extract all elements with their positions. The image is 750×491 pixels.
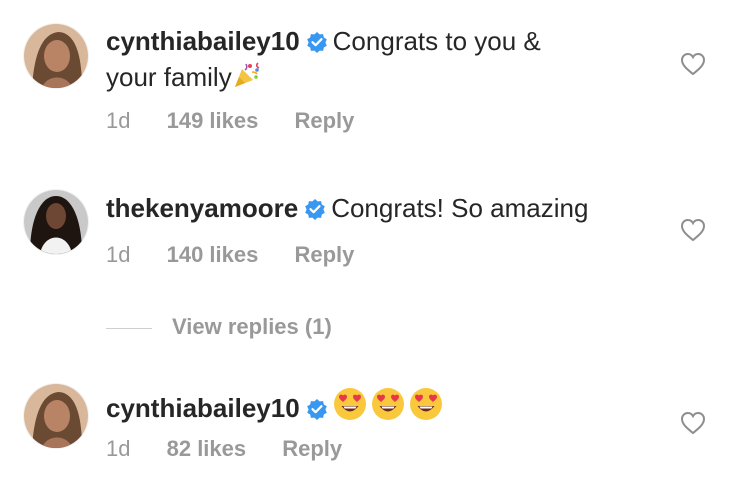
reply-button[interactable]: Reply xyxy=(294,242,354,267)
avatar[interactable] xyxy=(24,384,88,448)
comment-text-continued: your family xyxy=(106,62,232,92)
reply-button[interactable]: Reply xyxy=(282,436,342,461)
heart-icon[interactable] xyxy=(680,411,706,440)
comment-emojis xyxy=(333,388,447,423)
heart-eyes-emoji-icon xyxy=(409,387,443,428)
comment-meta: 1d 140 likes Reply xyxy=(106,242,384,268)
username[interactable]: cynthiabailey10 xyxy=(106,26,300,56)
comment-body: cynthiabailey10 Congrats to you & your fa… xyxy=(106,26,661,97)
comment-body: thekenyamoore Congrats! So amazing xyxy=(106,193,661,227)
avatar[interactable] xyxy=(24,190,88,254)
likes-count[interactable]: 149 likes xyxy=(167,108,259,133)
comment-meta: 1d 82 likes Reply xyxy=(106,436,372,462)
heart-eyes-emoji-icon xyxy=(333,387,367,428)
timestamp: 1d xyxy=(106,108,131,133)
heart-icon[interactable] xyxy=(680,52,706,81)
username[interactable]: cynthiabailey10 xyxy=(106,393,300,423)
timestamp: 1d xyxy=(106,436,131,461)
comment-meta: 1d 149 likes Reply xyxy=(106,108,384,134)
reply-button[interactable]: Reply xyxy=(294,108,354,133)
comment-text: Congrats to you & xyxy=(332,26,541,56)
likes-count[interactable]: 140 likes xyxy=(167,242,259,267)
heart-eyes-emoji-icon xyxy=(371,387,405,428)
heart-icon[interactable] xyxy=(680,218,706,247)
username[interactable]: thekenyamoore xyxy=(106,193,298,223)
timestamp: 1d xyxy=(106,242,131,267)
comment-text: Congrats! So amazing xyxy=(331,193,589,223)
likes-count[interactable]: 82 likes xyxy=(167,436,247,461)
avatar[interactable] xyxy=(24,24,88,88)
verified-badge-icon xyxy=(304,196,326,227)
replies-divider xyxy=(106,327,152,329)
verified-badge-icon xyxy=(306,396,328,427)
view-replies-button[interactable]: View replies (1) xyxy=(106,314,332,340)
party-popper-emoji-icon xyxy=(232,60,262,97)
verified-badge-icon xyxy=(306,29,328,60)
view-replies-label: View replies (1) xyxy=(172,314,332,339)
comment-body: cynthiabailey10 xyxy=(106,387,661,428)
